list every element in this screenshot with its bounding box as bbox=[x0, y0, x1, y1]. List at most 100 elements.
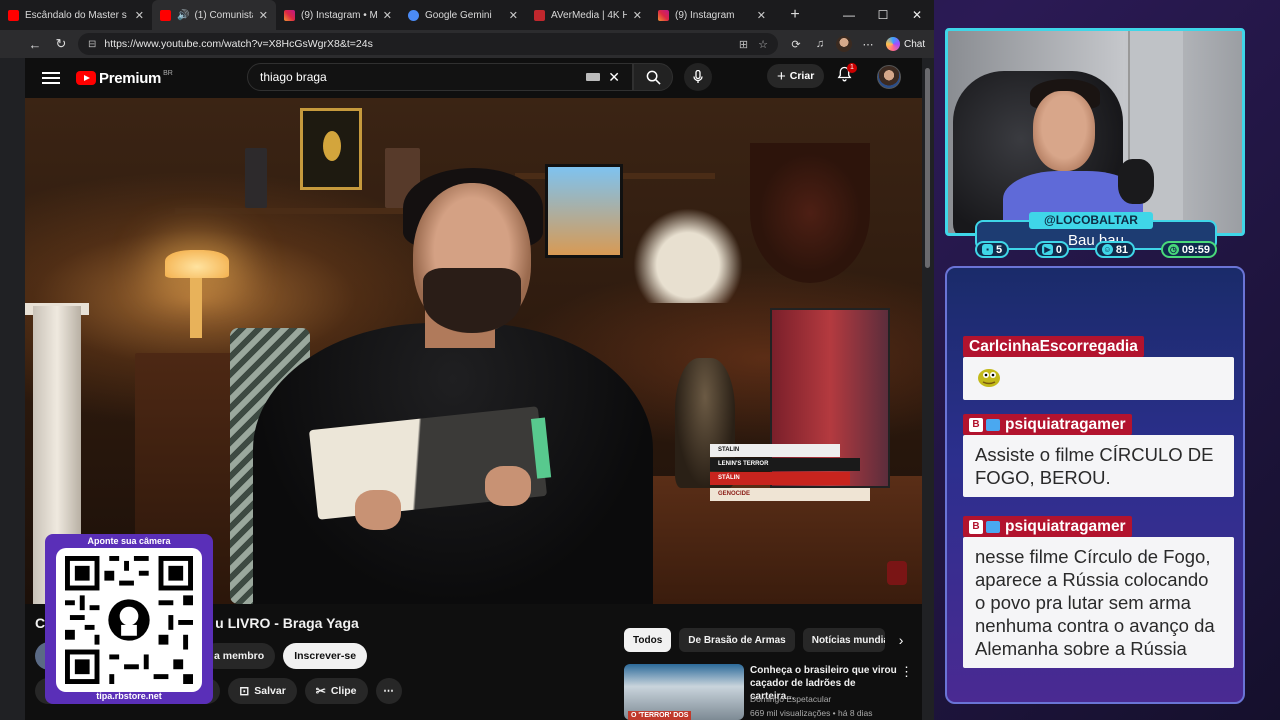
extensions-icon[interactable]: ⟳ bbox=[784, 38, 808, 51]
account-avatar[interactable] bbox=[877, 65, 901, 89]
chat-panel: CarlcinhaEscorregadia B psiquiatragamer … bbox=[945, 266, 1245, 704]
back-button[interactable]: ← bbox=[22, 32, 48, 56]
qr-code bbox=[56, 548, 202, 692]
recommended-video[interactable]: O 'TERROR' DOS Conheça o brasileiro que … bbox=[624, 664, 914, 720]
close-tab-icon[interactable]: ✕ bbox=[757, 9, 766, 22]
favorite-star-icon[interactable]: ☆ bbox=[758, 38, 768, 51]
stream-stats: ▪ 5 ▶ 0 ☺ 81 ◷ 09:59 bbox=[975, 241, 1217, 259]
webcam-feed bbox=[945, 28, 1245, 236]
browser-window: Escândalo do Master s ✕ 🔊 (1) Comunista … bbox=[0, 0, 934, 720]
plus-icon: + bbox=[777, 67, 786, 85]
more-actions-button[interactable]: ⋯ bbox=[375, 678, 402, 704]
chat-count-badge: ▪ 5 bbox=[975, 241, 1010, 258]
site-info-icon[interactable]: ⊟ bbox=[88, 39, 96, 50]
video-thumbnail[interactable]: O 'TERROR' DOS bbox=[624, 664, 744, 720]
moderator-badge-icon: B bbox=[969, 519, 983, 534]
scissors-icon: ✂ bbox=[315, 684, 326, 698]
chat-username-badge: B psiquiatragamer bbox=[963, 414, 1132, 435]
framed-emblem bbox=[300, 108, 362, 190]
close-tab-icon[interactable]: ✕ bbox=[135, 9, 144, 22]
poster-screen bbox=[545, 164, 623, 258]
chat-icon: ▪ bbox=[982, 244, 993, 255]
save-button[interactable]: ⊡ Salvar bbox=[228, 678, 297, 704]
table-lamp bbox=[165, 250, 229, 278]
subscribe-button[interactable]: Inscrever-se bbox=[283, 643, 368, 669]
youtube-header: Premium BR thiago braga ✕ + Criar 1 bbox=[25, 58, 922, 98]
instagram-favicon-icon bbox=[284, 9, 295, 21]
new-tab-button[interactable]: + bbox=[782, 6, 808, 24]
more-menu-icon[interactable]: ⋯ bbox=[856, 38, 880, 51]
chat-message-body: nesse filme Círculo de Fogo, aparece a R… bbox=[963, 537, 1234, 668]
address-bar: ← ↻ ⊟ https://www.youtube.com/watch?v=X8… bbox=[0, 30, 934, 58]
pepe-emote-icon bbox=[978, 369, 1000, 387]
join-button[interactable]: a membro bbox=[203, 643, 276, 669]
tab-instagram[interactable]: (9) Instagram ✕ bbox=[650, 0, 774, 30]
clip-button[interactable]: ✂ Clipe bbox=[304, 678, 368, 704]
voice-search-button[interactable] bbox=[684, 63, 712, 91]
menu-icon[interactable] bbox=[42, 69, 60, 87]
streamer-username: @LOCOBALTAR bbox=[1029, 212, 1153, 229]
emote-count-badge: ☺ 81 bbox=[1094, 241, 1136, 258]
chat-username-badge: B psiquiatragamer bbox=[963, 516, 1132, 537]
screen: Escândalo do Master s ✕ 🔊 (1) Comunista … bbox=[0, 0, 1280, 720]
tab-google-gemini[interactable]: Google Gemini ✕ bbox=[400, 0, 526, 30]
qr-code-panel: Aponte sua câmera tipa.rbstore.net bbox=[45, 534, 213, 704]
close-tab-icon[interactable]: ✕ bbox=[509, 9, 518, 22]
clock-badge: ◷ 09:59 bbox=[1160, 241, 1217, 258]
tab-instagram-mensagens[interactable]: (9) Instagram • Mensa ✕ bbox=[276, 0, 400, 30]
apps-icon[interactable]: ⊞ bbox=[739, 38, 748, 51]
chip-noticias[interactable]: Notícias mundiais bbox=[802, 628, 885, 652]
more-options-icon[interactable]: ⋮ bbox=[900, 664, 913, 680]
search-icon bbox=[646, 70, 661, 85]
youtube-favicon-icon bbox=[8, 9, 19, 21]
url-field[interactable]: ⊟ https://www.youtube.com/watch?v=X8HcGs… bbox=[78, 33, 778, 55]
search-input[interactable]: thiago braga ✕ bbox=[247, 63, 633, 91]
page-scrollbar[interactable] bbox=[922, 58, 934, 720]
chevron-right-icon[interactable]: › bbox=[899, 632, 904, 648]
gemini-favicon-icon bbox=[408, 9, 419, 21]
close-tab-icon[interactable]: ✕ bbox=[633, 9, 642, 22]
tab-bar: Escândalo do Master s ✕ 🔊 (1) Comunista … bbox=[0, 0, 934, 30]
subscriber-badge-icon bbox=[986, 520, 1000, 533]
minimize-button[interactable]: — bbox=[832, 0, 866, 30]
media-icon[interactable]: ♫ bbox=[808, 38, 832, 50]
instagram-favicon-icon bbox=[658, 9, 669, 21]
notifications-button[interactable]: 1 bbox=[837, 63, 857, 86]
tab-avermedia[interactable]: AVerMedia | 4K HDMI ✕ bbox=[526, 0, 650, 30]
youtube-play-icon bbox=[76, 71, 96, 85]
youtube-logo[interactable]: Premium BR bbox=[76, 70, 173, 87]
reload-button[interactable]: ↻ bbox=[48, 32, 74, 56]
close-tab-icon[interactable]: ✕ bbox=[259, 9, 268, 22]
close-tab-icon[interactable]: ✕ bbox=[383, 9, 392, 22]
search-button[interactable] bbox=[633, 63, 673, 91]
emote-icon: ☺ bbox=[1101, 244, 1113, 255]
ship-model bbox=[633, 208, 743, 303]
clock-icon: ◷ bbox=[1167, 244, 1179, 255]
create-button[interactable]: + Criar bbox=[767, 64, 825, 88]
profile-avatar[interactable] bbox=[836, 36, 852, 52]
channel-watermark-icon[interactable] bbox=[887, 561, 907, 585]
close-window-button[interactable]: ✕ bbox=[900, 0, 934, 30]
chat-message: CarlcinhaEscorregadia bbox=[963, 336, 1234, 400]
chat-username: CarlcinhaEscorregadia bbox=[963, 336, 1144, 357]
recommendation-chips: Todos De Brasão de Armas Notícias mundia… bbox=[624, 628, 903, 652]
copilot-chat-button[interactable]: Chat bbox=[886, 37, 925, 51]
heraldic-crest bbox=[750, 143, 870, 283]
tab-escandalo[interactable]: Escândalo do Master s ✕ bbox=[0, 0, 152, 30]
maximize-button[interactable]: ☐ bbox=[866, 0, 900, 30]
streamer-face bbox=[1033, 91, 1095, 171]
chat-message: B psiquiatragamer Assiste o filme CÍRCUL… bbox=[963, 414, 1234, 497]
avermedia-favicon-icon bbox=[534, 9, 545, 21]
moderator-badge-icon: B bbox=[969, 417, 983, 432]
subscriber-badge-icon bbox=[986, 418, 1000, 431]
bookmark-icon: ⊡ bbox=[239, 684, 250, 698]
keyboard-icon[interactable] bbox=[586, 73, 601, 81]
qr-code-image bbox=[65, 556, 193, 684]
clear-search-icon[interactable]: ✕ bbox=[608, 69, 620, 86]
notification-badge: 1 bbox=[847, 63, 857, 73]
video-player[interactable]: STALIN LENIN'S TERROR STÁLIN GENOCIDE bbox=[25, 98, 922, 604]
chip-brasao[interactable]: De Brasão de Armas bbox=[679, 628, 795, 652]
speaker-icon[interactable]: 🔊 bbox=[177, 10, 189, 21]
tab-comunista[interactable]: 🔊 (1) Comunista CH ✕ bbox=[152, 0, 276, 30]
chip-all[interactable]: Todos bbox=[624, 628, 672, 652]
